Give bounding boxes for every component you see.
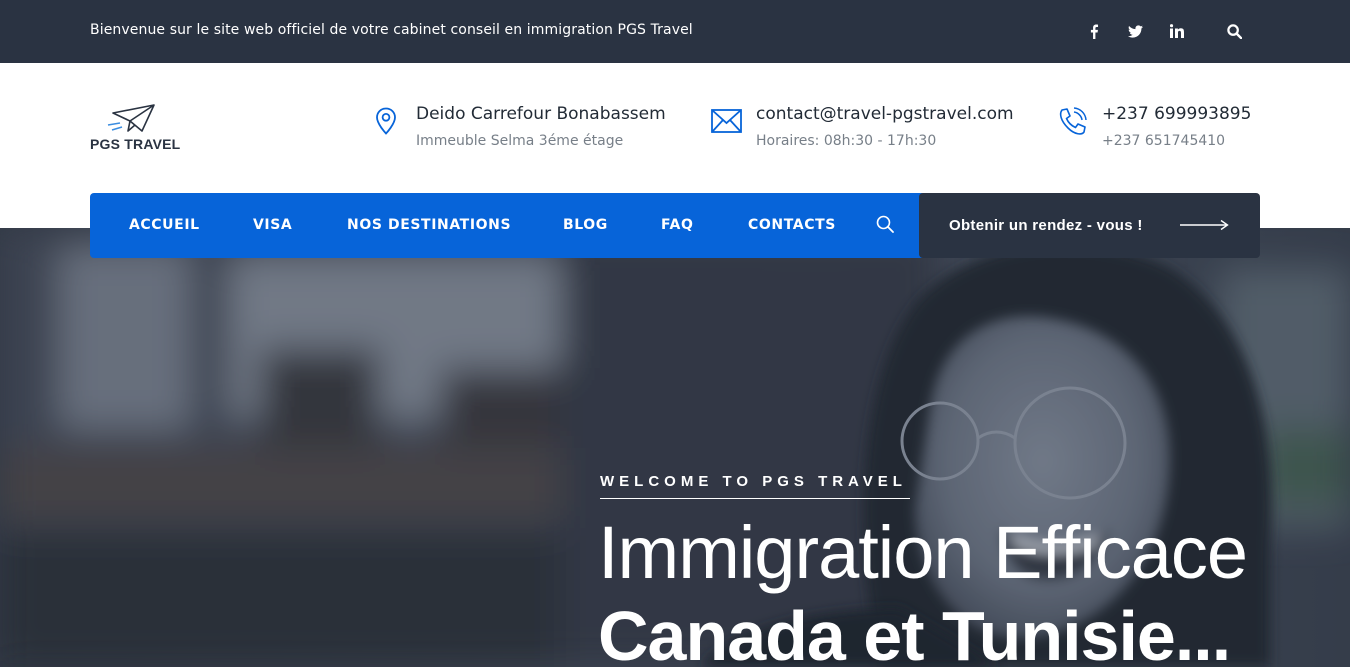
envelope-icon [711, 109, 742, 133]
nav-item-destinations[interactable]: NOS DESTINATIONS [347, 193, 511, 258]
twitter-icon[interactable] [1124, 20, 1146, 42]
nav-item-visa[interactable]: VISA [253, 193, 292, 258]
top-bar: Bienvenue sur le site web officiel de vo… [0, 0, 1350, 63]
nav-item-contacts[interactable]: CONTACTS [748, 193, 836, 258]
nav-item-faq[interactable]: FAQ [661, 193, 694, 258]
facebook-icon[interactable] [1083, 20, 1105, 42]
brand-name: PGS TRAVEL [90, 136, 181, 152]
phone-secondary[interactable]: +237 651745410 [1102, 133, 1225, 149]
phone-icon [1059, 107, 1087, 135]
tagline-underline [600, 498, 910, 499]
phone-primary[interactable]: +237 699993895 [1102, 104, 1251, 124]
address-main: Deido Carrefour Bonabassem [416, 104, 666, 124]
office-hours: Horaires: 08h:30 - 17h:30 [756, 133, 937, 149]
appointment-button[interactable]: Obtenir un rendez - vous ! [919, 193, 1260, 258]
arrow-right-icon [1180, 219, 1229, 231]
nav-search-icon[interactable] [876, 215, 894, 237]
nav-item-accueil[interactable]: ACCUEIL [129, 193, 200, 258]
brand-logo[interactable]: PGS TRAVEL [90, 103, 190, 159]
map-pin-icon [376, 107, 396, 135]
linkedin-icon[interactable] [1166, 20, 1188, 42]
nav-item-blog[interactable]: BLOG [563, 193, 608, 258]
hero-headline-line1: Immigration Efficace [598, 511, 1248, 594]
paper-plane-icon [107, 104, 155, 132]
address-sub: Immeuble Selma 3éme étage [416, 133, 624, 149]
main-nav: ACCUEIL VISA NOS DESTINATIONS BLOG FAQ C… [90, 193, 928, 258]
hero-headline-line2: Canada et Tunisie... [598, 597, 1231, 667]
search-icon[interactable] [1223, 20, 1245, 42]
appointment-button-label: Obtenir un rendez - vous ! [949, 217, 1143, 234]
hero-banner: WELCOME TO PGS TRAVEL Immigration Effica… [0, 228, 1350, 667]
hero-tagline: WELCOME TO PGS TRAVEL [600, 473, 907, 490]
welcome-message: Bienvenue sur le site web officiel de vo… [90, 22, 693, 38]
email-link[interactable]: contact@travel-pgstravel.com [756, 104, 1014, 124]
